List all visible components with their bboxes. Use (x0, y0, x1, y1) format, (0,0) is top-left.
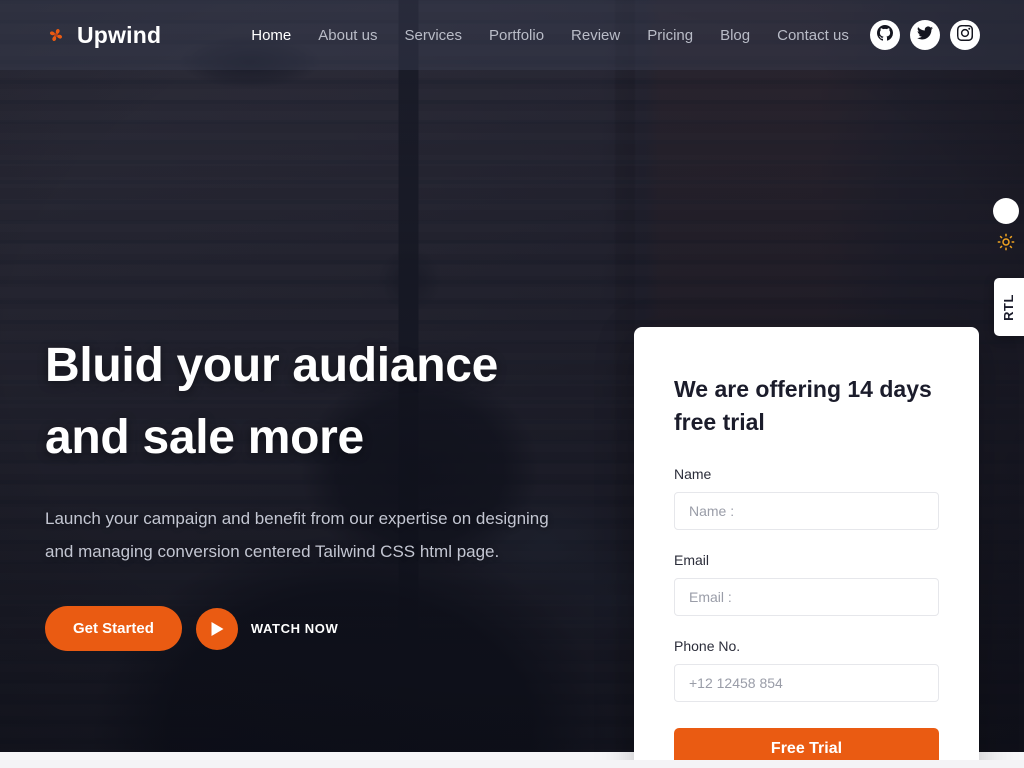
name-label: Name (674, 465, 712, 482)
brand-logo[interactable]: Upwind (44, 22, 161, 49)
github-icon (877, 24, 893, 46)
get-started-button[interactable]: Get Started (45, 606, 182, 652)
instagram-link[interactable] (950, 20, 980, 50)
color-swatch-button[interactable] (993, 198, 1019, 224)
watch-now-label: WATCH NOW (250, 621, 339, 637)
rtl-label: RTL (1001, 293, 1016, 321)
hero-title-line-2: and sale more (45, 411, 364, 464)
rtl-toggle-button[interactable]: RTL (993, 278, 1024, 336)
social-links (870, 20, 980, 50)
pinwheel-icon (44, 23, 68, 47)
nav-link-home[interactable]: Home (251, 27, 291, 44)
watch-now-button[interactable]: WATCH NOW (195, 607, 339, 650)
nav-link-blog[interactable]: Blog (720, 27, 750, 44)
nav-links: Home About us Services Portfolio Review … (251, 27, 849, 44)
form-title: We are offering 14 days free trial (674, 376, 932, 436)
play-icon (195, 607, 238, 650)
nav-link-contact-us[interactable]: Contact us (777, 27, 849, 44)
instagram-icon (957, 24, 974, 46)
phone-input[interactable] (674, 663, 939, 702)
hero-actions: Get Started WATCH NOW (45, 606, 605, 652)
email-label: Email (674, 551, 710, 568)
sun-icon (997, 233, 1015, 256)
hero-subtitle: Launch your campaign and benefit from ou… (45, 509, 549, 562)
nav-link-pricing[interactable]: Pricing (647, 27, 693, 44)
nav-link-portfolio[interactable]: Portfolio (489, 27, 544, 44)
navbar: Upwind Home About us Services Portfolio … (0, 0, 1024, 70)
phone-label: Phone No. (674, 637, 741, 654)
email-input[interactable] (674, 577, 939, 616)
twitter-icon (917, 25, 933, 46)
theme-toggle-button[interactable] (996, 233, 1016, 256)
nav-link-services[interactable]: Services (404, 27, 462, 44)
name-input[interactable] (674, 491, 939, 530)
github-link[interactable] (870, 20, 900, 50)
page-title: Bluid your audiance and sale more (45, 330, 605, 474)
side-tools-panel: RTL (993, 198, 1024, 336)
brand-name: Upwind (77, 21, 162, 48)
nav-link-about-us[interactable]: About us (318, 27, 377, 44)
hero-content: Bluid your audiance and sale more Launch… (45, 330, 605, 652)
twitter-link[interactable] (910, 20, 940, 50)
free-trial-form: We are offering 14 days free trial Name … (634, 327, 979, 760)
hero-section: Upwind Home About us Services Portfolio … (0, 0, 1024, 760)
nav-link-review[interactable]: Review (571, 27, 620, 44)
free-trial-submit-button[interactable]: Free Trial (674, 727, 939, 760)
hero-title-line-1: Bluid your audiance (45, 339, 499, 392)
